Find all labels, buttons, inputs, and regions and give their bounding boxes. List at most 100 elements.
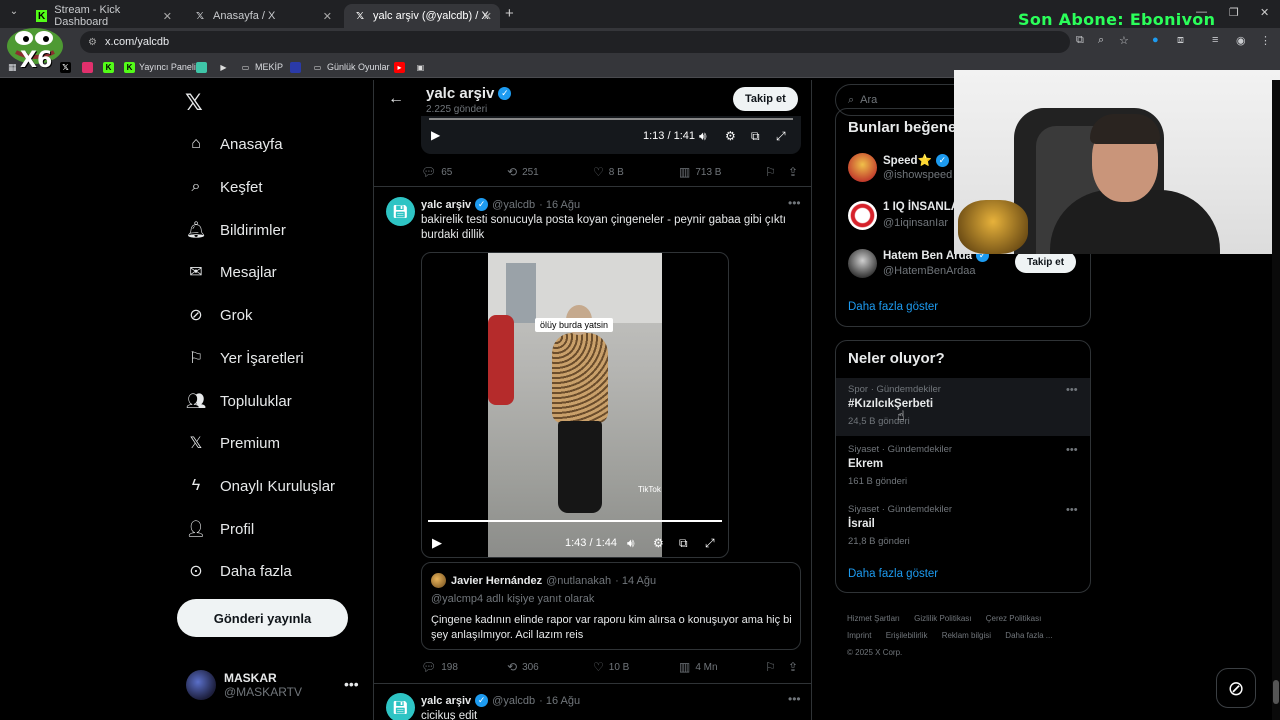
follow-suggestion[interactable]: Hatem Ben Arda ✓ @HatemBenArdaa Takip et (848, 249, 1080, 283)
star-icon[interactable]: ☆ (1119, 34, 1129, 47)
nav-premium[interactable]: 𝕏 Premium (186, 428, 280, 458)
new-tab-button[interactable]: + (505, 5, 514, 22)
tweet-date[interactable]: · 16 Ağu (539, 695, 580, 707)
install-icon[interactable]: ⧉ (1076, 34, 1084, 47)
nav-verified-orgs[interactable]: ϟ Onaylı Kuruluşlar (186, 471, 335, 501)
video-player[interactable]: ölüy burda yatsin TikTok ▶ 1:43 / 1:44 🔊… (421, 252, 729, 558)
kebab-menu-icon[interactable]: ⋮ (1260, 34, 1271, 47)
tweet-author[interactable]: yalc arşiv (421, 695, 471, 707)
bookmark-mekip[interactable]: ▭ MEKİP (240, 60, 283, 74)
account-switcher[interactable]: MASKAR @MASKARTV ••• (186, 670, 359, 700)
footer-link[interactable]: Erişilebilirlik (886, 631, 928, 640)
bookmark-button[interactable]: ⚐ (765, 660, 781, 674)
tweet-handle[interactable]: @yalcdb (492, 695, 535, 707)
close-icon[interactable]: ✕ (483, 10, 492, 23)
nav-more[interactable]: ⊙ Daha fazla (186, 556, 291, 586)
bookmark-gunluk-oyunlar[interactable]: ▭ Günlük Oyunlar (312, 60, 390, 74)
puzzle-icon[interactable]: ⧈ (1177, 34, 1184, 47)
tweet-author[interactable]: yalc arşiv (421, 199, 471, 211)
bookmark-image[interactable]: ▣ (415, 60, 430, 74)
zoom-icon[interactable]: ⌕ (1098, 34, 1104, 47)
bookmark-youtube[interactable]: ▸ (394, 60, 409, 74)
scrollbar[interactable] (1272, 80, 1280, 720)
settings-icon[interactable]: ⚙ (653, 536, 664, 550)
media-icon[interactable]: ≡ (1212, 34, 1218, 46)
fullscreen-icon[interactable]: ⤢ (705, 536, 715, 551)
pip-icon[interactable]: ⧉ (679, 536, 688, 551)
video-progress[interactable] (428, 520, 722, 522)
pip-icon[interactable]: ⧉ (751, 129, 760, 144)
browser-tab-profile[interactable]: 𝕏 yalc arşiv (@yalcdb) / X ✕ (344, 4, 500, 28)
views-button[interactable]: ▥ 713 B (679, 165, 721, 179)
back-arrow-icon[interactable]: ← (388, 90, 404, 108)
more-icon[interactable]: ••• (788, 692, 801, 706)
follow-button[interactable]: Takip et (733, 87, 798, 111)
bookmark-blue[interactable] (290, 60, 305, 74)
grok-button[interactable]: ⊘ (1216, 668, 1256, 708)
nav-home[interactable]: ⌂ Anasayfa (186, 129, 282, 159)
extension-icon[interactable]: ● (1152, 34, 1159, 46)
bookmark-play[interactable]: ▶ (218, 60, 233, 74)
bookmark-instagram[interactable] (82, 60, 97, 74)
close-icon[interactable]: ✕ (323, 10, 332, 23)
url-input[interactable]: ⚙ x.com/yalcdb (80, 31, 1070, 53)
volume-icon[interactable]: 🔊︎ (627, 536, 635, 551)
volume-icon[interactable]: 🔊︎ (699, 129, 707, 144)
maximize-icon[interactable]: ❐ (1229, 6, 1239, 19)
minimize-icon[interactable]: — (1196, 6, 1207, 18)
more-icon[interactable]: ••• (1066, 384, 1078, 396)
footer-link[interactable]: Imprint (847, 631, 871, 640)
avatar[interactable]: 💾︎ (386, 197, 415, 226)
nav-communities[interactable]: 👥︎ Topluluklar (186, 386, 292, 416)
play-icon[interactable]: ▶ (431, 128, 440, 142)
post-button[interactable]: Gönderi yayınla (177, 599, 348, 637)
profile-icon[interactable]: ◉ (1236, 34, 1246, 47)
site-info-icon[interactable]: ⚙ (88, 37, 97, 48)
nav-messages[interactable]: ✉ Mesajlar (186, 257, 276, 287)
tweet-handle[interactable]: @yalcdb (492, 199, 535, 211)
show-more-link[interactable]: Daha fazla göster (848, 568, 938, 580)
show-more-link[interactable]: Daha fazla göster (848, 301, 938, 313)
video-progress[interactable] (429, 118, 793, 120)
nav-grok[interactable]: ⊘ Grok (186, 300, 252, 330)
more-icon[interactable]: ••• (1066, 504, 1078, 516)
more-icon[interactable]: ••• (344, 676, 359, 692)
follow-button[interactable]: Takip et (1015, 251, 1077, 273)
reply-button[interactable]: 💬︎ 65 (421, 165, 452, 179)
footer-link[interactable]: Daha fazla ... (1005, 631, 1052, 640)
fullscreen-icon[interactable]: ⤢ (776, 129, 786, 144)
x-logo-icon[interactable]: 𝕏 (185, 90, 203, 116)
views-button[interactable]: ▥ 4 Mn (679, 660, 718, 674)
bookmark-yayinci-paneli[interactable]: K Yayıncı Paneli (124, 60, 196, 74)
close-icon[interactable]: ✕ (163, 10, 172, 23)
bookmark-app[interactable] (196, 60, 211, 74)
trend-item[interactable]: Siyaset · Gündemdekiler İsrail 21,8 B gö… (836, 498, 1090, 556)
browser-tab-home[interactable]: 𝕏 Anasayfa / X ✕ (184, 4, 340, 28)
trend-item[interactable]: Siyaset · Gündemdekiler Ekrem 161 B gönd… (836, 438, 1090, 496)
nav-bookmarks[interactable]: ⚐ Yer İşaretleri (186, 343, 304, 373)
footer-link[interactable]: Hizmet Şartları (847, 614, 900, 623)
share-button[interactable]: ⇪ (788, 660, 803, 674)
settings-icon[interactable]: ⚙ (725, 129, 736, 143)
quoted-tweet[interactable]: Javier Hernández @nutlanakah · 14 Ağu @y… (421, 562, 801, 650)
trend-item[interactable]: Spor · Gündemdekiler #KızılcıkŞerbeti 24… (836, 378, 1090, 436)
footer-link[interactable]: Çerez Politikası (986, 614, 1042, 623)
nav-notifications[interactable]: 🔔︎ Bildirimler (186, 215, 286, 245)
nav-explore[interactable]: ⌕ Keşfet (186, 172, 263, 202)
scrollbar-thumb[interactable] (1273, 680, 1279, 704)
bookmark-button[interactable]: ⚐ (765, 165, 781, 179)
footer-link[interactable]: Gizlilik Politikası (914, 614, 971, 623)
bookmark-kick[interactable]: K (103, 60, 118, 74)
like-button[interactable]: ♡ 8 B (593, 165, 624, 179)
avatar[interactable]: 💾︎ (386, 693, 415, 720)
like-button[interactable]: ♡ 10 B (593, 660, 629, 674)
video-player[interactable]: ▶ 1:13 / 1:41 🔊︎ ⚙ ⧉ ⤢ (421, 116, 801, 154)
retweet-button[interactable]: ⟲ 306 (507, 660, 539, 674)
nav-profile[interactable]: 👤︎ Profil (186, 514, 254, 544)
footer-link[interactable]: Reklam bilgisi (942, 631, 991, 640)
play-icon[interactable]: ▶ (432, 535, 442, 551)
share-button[interactable]: ⇪ (788, 165, 803, 179)
tweet-date[interactable]: · 16 Ağu (539, 199, 580, 211)
tab-search-icon[interactable]: ⌄ (6, 6, 22, 22)
retweet-button[interactable]: ⟲ 251 (507, 165, 539, 179)
